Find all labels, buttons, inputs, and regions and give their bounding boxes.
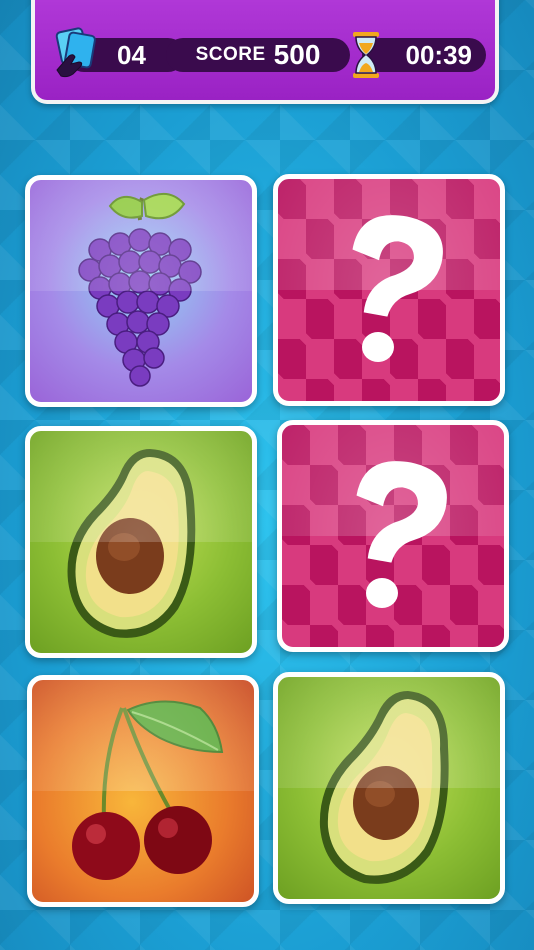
score-display: SCORE 500 [166,38,350,72]
memory-card-hidden[interactable] [277,420,509,652]
cherry-image [72,700,224,880]
timer-display: 00:39 [353,32,486,78]
hud-panel: 04 SCORE 500 00:39 [31,0,499,104]
cards-hand-icon [55,27,96,78]
timer-value: 00:39 [405,39,473,70]
memory-card-grape[interactable] [25,175,257,407]
score-label: SCORE [195,44,266,65]
question-mark-icon [352,215,443,362]
question-mark-icon [356,461,447,608]
moves-value: 04 [117,39,146,70]
memory-card-cherry[interactable] [27,675,259,907]
memory-card-avocado[interactable] [273,672,505,904]
avocado-image [67,449,196,638]
hourglass-icon [353,32,379,78]
avocado-image [319,691,449,884]
grape-image [78,193,202,387]
memory-card-hidden[interactable] [273,174,505,406]
memory-card-avocado[interactable] [25,426,257,658]
score-value: 500 [273,39,321,70]
